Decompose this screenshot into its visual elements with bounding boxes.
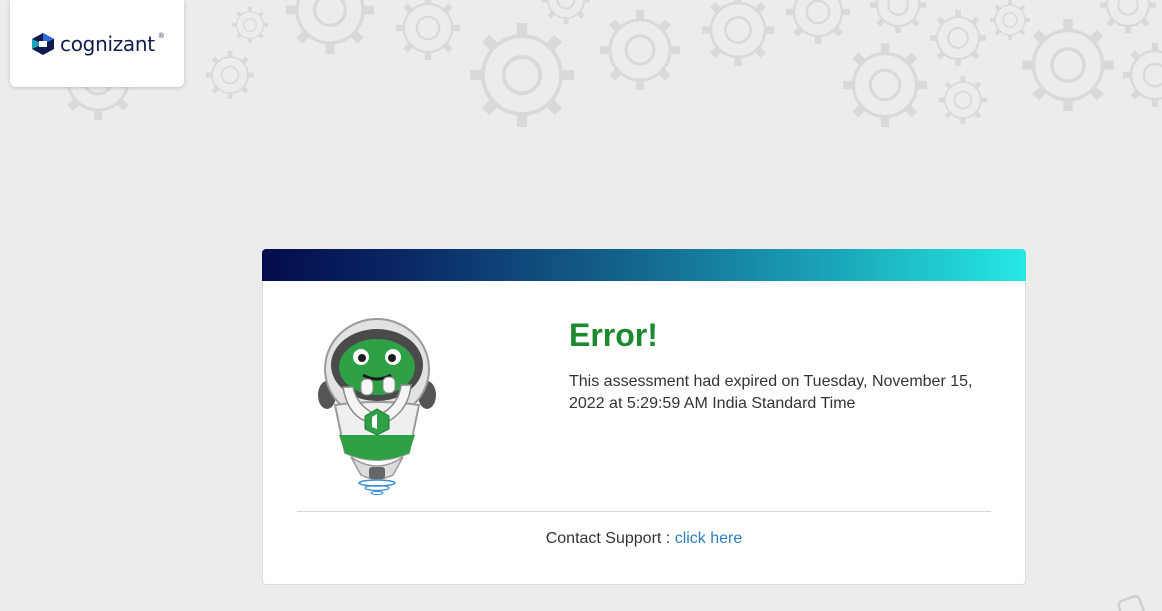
contact-support-label: Contact Support : [545,530,675,547]
error-title: Error! [569,317,658,353]
robot-mascot-icon [318,318,436,495]
error-message: This assessment had expired on Tuesday, … [569,373,973,412]
logo-wordmark: cognizant [60,31,155,56]
cognizant-logo[interactable]: cognizant ® [30,32,164,56]
cognizant-logo-icon [32,32,55,55]
gradient-header-bar [262,249,1026,281]
corner-gear-fragment-icon [1117,594,1145,611]
logo-card[interactable]: cognizant ® [10,0,184,87]
support-link[interactable]: click here [675,530,743,547]
error-card: Error! This assessment had expired on Tu… [262,281,1026,585]
divider [297,511,991,512]
contact-support: Contact Support : click here [263,530,1025,548]
logo-registered-mark: ® [158,33,164,40]
